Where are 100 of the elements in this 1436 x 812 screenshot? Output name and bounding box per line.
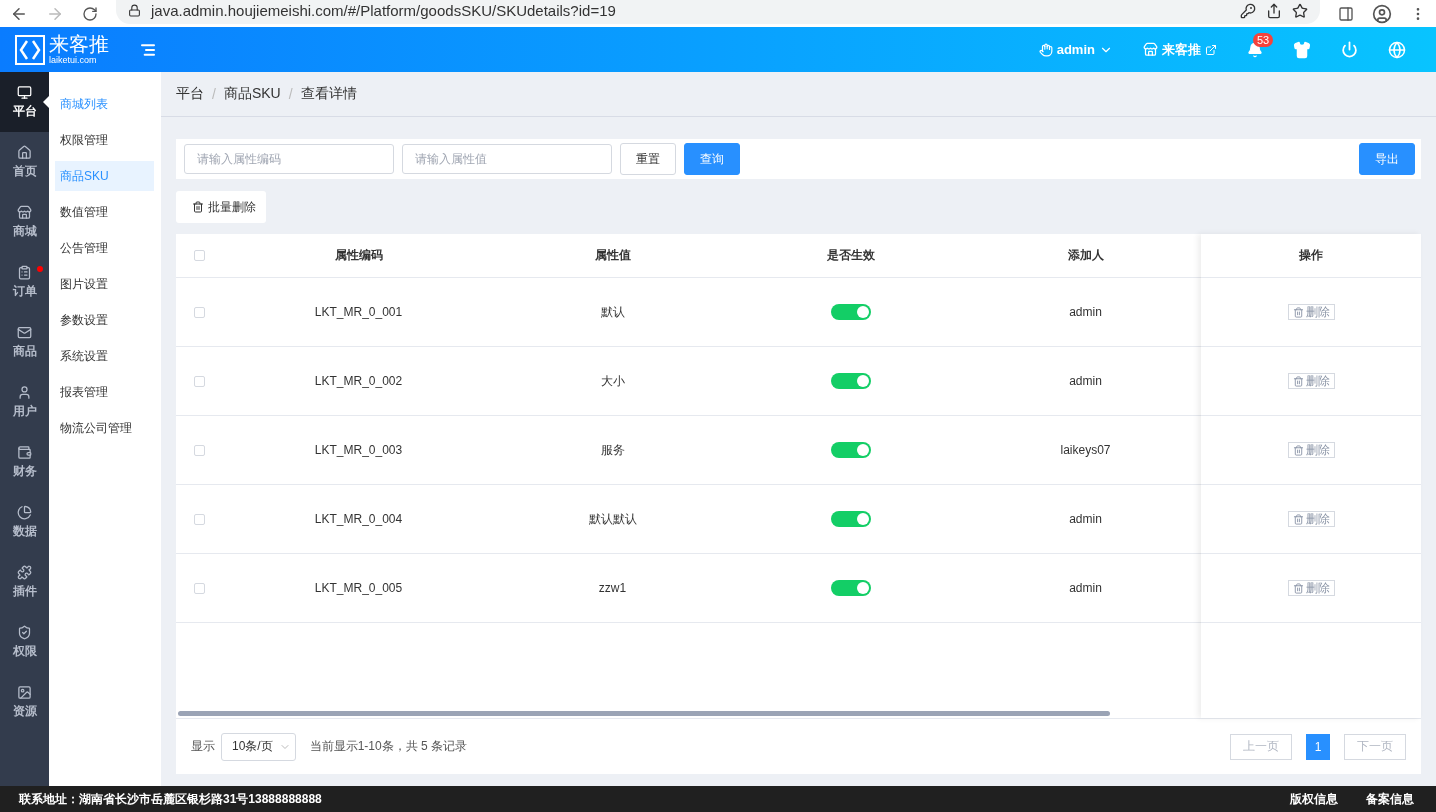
- code-field[interactable]: 请输入属性编码: [184, 144, 394, 174]
- power-icon[interactable]: [1341, 41, 1358, 58]
- delete-button[interactable]: 删除: [1287, 580, 1335, 596]
- table-cell: admin: [1069, 512, 1102, 526]
- rail-item[interactable]: 插件: [0, 552, 49, 612]
- active-toggle[interactable]: [831, 373, 871, 389]
- breadcrumb-separator: /: [288, 86, 293, 102]
- row-checkbox[interactable]: [194, 513, 205, 525]
- user-icon: [17, 384, 32, 400]
- submenu-item[interactable]: 数值管理: [55, 197, 154, 227]
- share-icon[interactable]: [1266, 2, 1282, 19]
- active-toggle[interactable]: [831, 511, 871, 527]
- trash-icon: [192, 201, 204, 213]
- rail-item[interactable]: 商品: [0, 312, 49, 372]
- active-toggle[interactable]: [831, 304, 871, 320]
- row-checkbox[interactable]: [194, 375, 205, 387]
- logo-icon: [15, 34, 45, 65]
- table-cell: 服务: [600, 441, 625, 459]
- delete-button[interactable]: 删除: [1287, 373, 1335, 389]
- logo-text: 来客推: [49, 34, 109, 54]
- globe-icon[interactable]: [1388, 40, 1406, 59]
- rail-item[interactable]: 商城: [0, 192, 49, 252]
- delete-button[interactable]: 删除: [1287, 304, 1335, 320]
- trash-icon: [1292, 513, 1304, 525]
- rail-item[interactable]: 资源: [0, 672, 49, 732]
- rail-item[interactable]: 财务: [0, 432, 49, 492]
- external-link-icon[interactable]: [1205, 43, 1217, 56]
- home-icon: [17, 144, 32, 160]
- rail-item[interactable]: 数据: [0, 492, 49, 552]
- breadcrumb-item[interactable]: 平台: [176, 85, 204, 103]
- shield-icon: [17, 624, 32, 640]
- rail-item[interactable]: 用户: [0, 372, 49, 432]
- table-cell: 默认默认: [588, 510, 637, 528]
- submenu-item[interactable]: 权限管理: [55, 125, 154, 155]
- profile-icon[interactable]: [1372, 3, 1392, 24]
- key-icon[interactable]: [1240, 2, 1256, 19]
- submenu-item[interactable]: 公告管理: [55, 233, 154, 263]
- side-panel-icon[interactable]: [1338, 5, 1354, 22]
- contact-address: 联系地址：湖南省长沙市岳麓区银杉路31号13888888888: [19, 790, 322, 808]
- star-icon[interactable]: [1292, 2, 1308, 19]
- trash-icon: [1292, 582, 1304, 594]
- row-checkbox[interactable]: [194, 444, 205, 456]
- table-cell: 默认: [600, 303, 625, 321]
- footer-link[interactable]: 备案信息: [1366, 790, 1414, 808]
- submenu-item[interactable]: 物流公司管理: [55, 413, 154, 443]
- page-button[interactable]: 1: [1306, 733, 1330, 760]
- breadcrumb-item[interactable]: 商品SKU: [223, 85, 281, 103]
- page-size-select[interactable]: 10条/页: [221, 732, 296, 761]
- menu-icon[interactable]: [140, 41, 156, 58]
- hand-icon: [1038, 42, 1053, 57]
- column-header: 属性值: [594, 247, 631, 264]
- row-checkbox[interactable]: [194, 306, 205, 318]
- submenu-item[interactable]: 商城列表: [55, 89, 154, 119]
- rail-item[interactable]: 平台: [0, 72, 49, 132]
- page-size-label: 显示: [191, 738, 215, 755]
- submenu-item[interactable]: 图片设置: [55, 269, 154, 299]
- reset-button[interactable]: 重置: [620, 143, 676, 175]
- image-icon: [17, 684, 32, 700]
- logo-subtext: laiketui.com: [49, 56, 98, 65]
- row-checkbox[interactable]: [194, 582, 205, 594]
- select-all-checkbox[interactable]: [194, 250, 205, 261]
- breadcrumb-item: 查看详情: [300, 85, 357, 103]
- footer-link[interactable]: 版权信息: [1290, 790, 1338, 808]
- clipboard-icon: [17, 264, 32, 280]
- submenu-item[interactable]: 报表管理: [55, 377, 154, 407]
- lock-icon: [128, 4, 141, 17]
- record-summary: 当前显示1-10条，共 5 条记录: [309, 738, 468, 755]
- table-cell: zzw1: [598, 581, 627, 595]
- url-text: java.admin.houjiemeishi.com/#/Platform/goodsSKU/SKUdetails?id=19: [151, 2, 616, 19]
- column-header: 操作: [1299, 247, 1323, 264]
- search-button[interactable]: 查询: [684, 143, 740, 175]
- table-cell: laikeys07: [1060, 443, 1111, 457]
- active-toggle[interactable]: [831, 442, 871, 458]
- address-bar[interactable]: java.admin.houjiemeishi.com/#/Platform/goodsSKU/SKUdetails?id=19: [116, 0, 1320, 24]
- value-field[interactable]: 请输入属性值: [402, 144, 612, 174]
- puzzle-icon: [17, 564, 32, 580]
- column-header: 属性编码: [334, 247, 383, 264]
- active-toggle[interactable]: [831, 580, 871, 596]
- rail-item[interactable]: 首页: [0, 132, 49, 192]
- scrollbar-thumb[interactable]: [178, 711, 1110, 716]
- breadcrumb-separator: /: [212, 86, 216, 102]
- rail-item[interactable]: 权限: [0, 612, 49, 672]
- table-cell: admin: [1069, 374, 1102, 388]
- bulk-delete-button[interactable]: 批量删除: [176, 191, 266, 223]
- rail-item[interactable]: 订单: [0, 252, 49, 312]
- notification-badge: 53: [1253, 32, 1274, 47]
- table-cell: admin: [1069, 305, 1102, 319]
- submenu-item[interactable]: 参数设置: [55, 305, 154, 335]
- store-icon: [1143, 42, 1158, 57]
- store-icon: [17, 204, 32, 220]
- column-header: 添加人: [1067, 247, 1104, 264]
- submenu-item[interactable]: 系统设置: [55, 341, 154, 371]
- export-button[interactable]: 导出: [1359, 143, 1415, 175]
- table-cell: 大小: [600, 372, 625, 390]
- monitor-icon: [17, 84, 32, 100]
- trash-icon: [1292, 306, 1304, 318]
- delete-button[interactable]: 删除: [1287, 511, 1335, 527]
- delete-button[interactable]: 删除: [1287, 442, 1335, 458]
- reload-icon[interactable]: [82, 5, 98, 22]
- shirt-icon[interactable]: [1293, 40, 1311, 59]
